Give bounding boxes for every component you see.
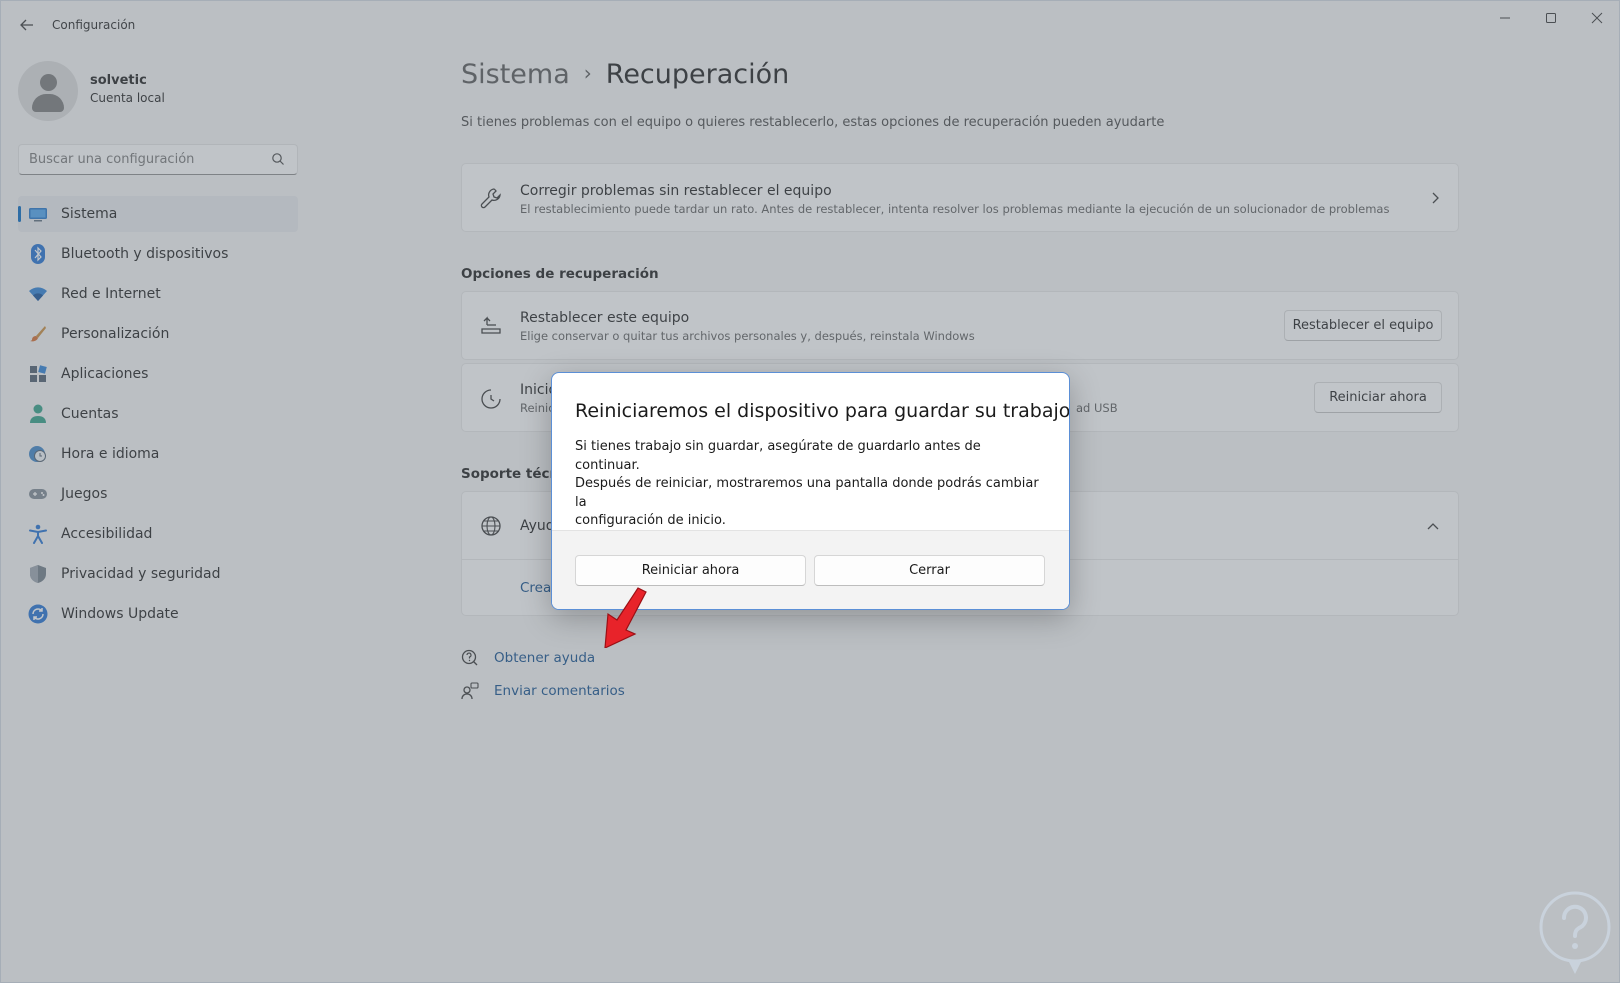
dialog-body-line: Después de reiniciar, mostraremos una pa… <box>575 476 1039 510</box>
restart-dialog: Reiniciaremos el dispositivo para guarda… <box>551 372 1070 610</box>
dialog-close-button[interactable]: Cerrar <box>814 555 1045 586</box>
dialog-restart-now-button[interactable]: Reiniciar ahora <box>575 555 806 586</box>
dialog-body: Si tienes trabajo sin guardar, asegúrate… <box>575 438 1045 531</box>
dialog-body-line: configuración de inicio. <box>575 513 726 528</box>
dialog-body-line: Si tienes trabajo sin guardar, asegúrate… <box>575 439 981 473</box>
dialog-title: Reiniciaremos el dispositivo para guarda… <box>575 400 1070 422</box>
watermark-logo <box>1539 891 1611 974</box>
red-arrow-annotation-icon <box>604 587 647 648</box>
